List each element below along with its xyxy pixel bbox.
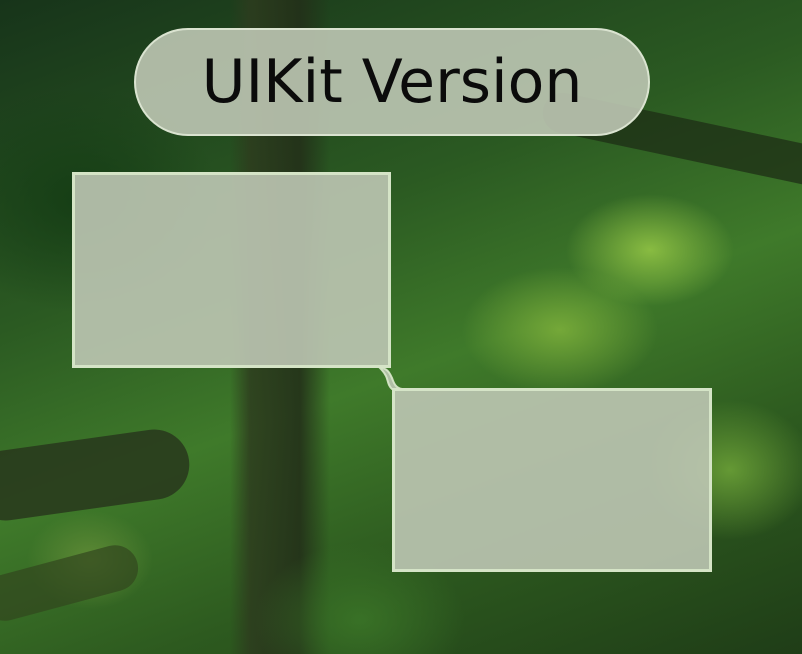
glass-card-top[interactable] (72, 172, 391, 368)
uikit-version-label: UIKit Version (201, 47, 583, 117)
uikit-version-button[interactable]: UIKit Version (134, 28, 650, 136)
glass-card-bottom[interactable] (392, 388, 712, 572)
